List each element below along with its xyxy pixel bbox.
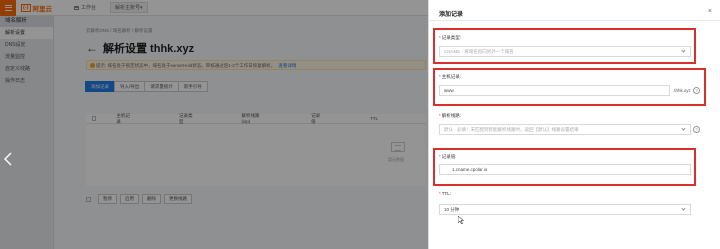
chevron-down-icon xyxy=(681,206,686,211)
mouse-cursor-icon xyxy=(458,216,464,224)
ttl-value: 10 分钟 xyxy=(444,207,460,212)
ttl-select[interactable]: 10 分钟 xyxy=(439,204,691,215)
panel-title: 添加记录 xyxy=(439,12,464,18)
close-icon[interactable]: × xyxy=(708,8,712,15)
ttl-label: *TTL: xyxy=(439,191,452,196)
highlight-record-type xyxy=(433,28,696,64)
line-value: 默认 - 必填！未匹配到智能解析线路时，返回【默认】线路设置结果 xyxy=(444,127,579,132)
highlight-host xyxy=(433,68,706,106)
chevron-down-icon xyxy=(681,126,686,131)
line-select[interactable]: 默认 - 必填！未匹配到智能解析线路时，返回【默认】线路设置结果 xyxy=(439,124,691,135)
panel-divider xyxy=(429,20,720,21)
chevron-left-icon[interactable] xyxy=(4,152,12,166)
line-label: *解析线路: xyxy=(439,113,462,118)
modal-overlay[interactable] xyxy=(0,0,428,249)
highlight-record-value xyxy=(433,148,696,186)
help-icon[interactable]: ? xyxy=(693,126,700,133)
add-record-panel: 添加记录 × *记录类型: CNAME - 将域名指向另外一个域名 *主机记录:… xyxy=(428,0,720,249)
